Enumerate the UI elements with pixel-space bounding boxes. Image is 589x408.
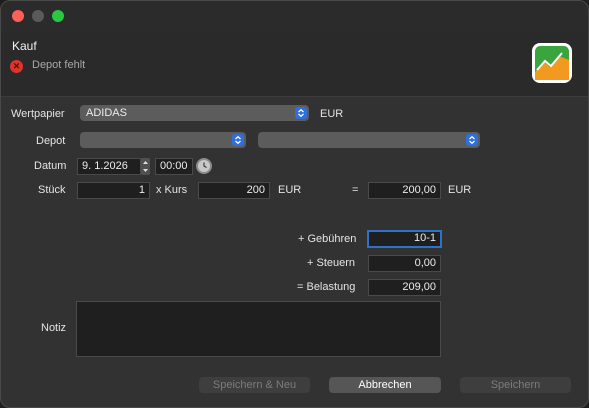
quantity-field[interactable]: 1 — [77, 182, 150, 199]
security-select[interactable]: ADIDAS — [80, 105, 309, 121]
save-and-new-button[interactable]: Speichern & Neu — [199, 377, 310, 393]
note-label: Notiz — [41, 322, 67, 334]
security-currency: EUR — [320, 108, 344, 120]
quantity-label: Stück — [38, 184, 66, 196]
account-select[interactable] — [258, 132, 480, 148]
minimize-window-button[interactable] — [32, 10, 44, 22]
chevron-updown-icon — [232, 134, 244, 146]
subtotal-currency: EUR — [448, 184, 472, 196]
taxes-field[interactable]: 0,00 — [368, 255, 441, 272]
app-chart-logo-icon — [532, 43, 572, 83]
stepper-icon[interactable] — [141, 158, 150, 175]
error-message: Depot fehlt — [32, 59, 86, 71]
transaction-dialog: Kauf ✕ Depot fehlt Wertpapier ADIDAS EUR… — [0, 0, 589, 408]
fees-label: + Gebühren — [298, 233, 357, 245]
time-field[interactable]: 00:00 — [155, 158, 193, 175]
depot-label: Depot — [36, 135, 66, 147]
date-field[interactable]: 9. 1.2026 — [77, 158, 141, 175]
price-field[interactable]: 200 — [198, 182, 270, 199]
total-field[interactable]: 209,00 — [368, 279, 441, 296]
total-label: = Belastung — [297, 281, 356, 293]
taxes-label: + Steuern — [307, 257, 356, 269]
security-label: Wertpapier — [11, 108, 65, 120]
zoom-window-button[interactable] — [52, 10, 64, 22]
subtotal-field[interactable]: 200,00 — [368, 182, 441, 199]
depot-select[interactable] — [80, 132, 246, 148]
security-value: ADIDAS — [86, 107, 127, 119]
chevron-updown-icon — [295, 107, 307, 119]
save-button[interactable]: Speichern — [460, 377, 571, 393]
close-window-button[interactable] — [12, 10, 24, 22]
dialog-header — [1, 31, 588, 97]
price-multiplier-label: x Kurs — [156, 184, 188, 196]
chevron-updown-icon — [466, 134, 478, 146]
title-bar — [1, 1, 588, 31]
cancel-button[interactable]: Abbrechen — [329, 377, 441, 393]
equals-sign: = — [352, 184, 359, 196]
dialog-title: Kauf — [12, 39, 37, 53]
fees-field[interactable]: 10-1 — [367, 230, 442, 248]
note-textarea[interactable] — [76, 301, 441, 357]
clock-icon[interactable] — [196, 158, 212, 174]
date-label: Datum — [34, 160, 67, 172]
error-x-icon: ✕ — [10, 60, 23, 73]
price-currency: EUR — [278, 184, 302, 196]
